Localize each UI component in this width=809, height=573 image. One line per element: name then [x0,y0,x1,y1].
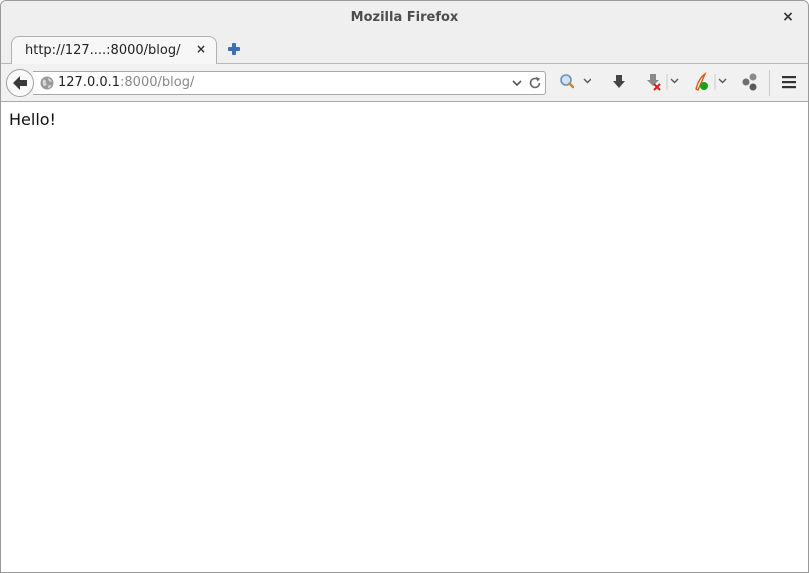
addon-download-blocked-icon[interactable] [645,72,681,92]
title-bar[interactable]: Mozilla Firefox × [1,1,808,35]
page-body-text: Hello! [9,110,56,129]
tab-close-button[interactable]: × [194,42,208,56]
tab-strip: http://127....:8000/blog/ × [1,35,808,64]
globe-icon [40,76,54,90]
download-arrow-icon[interactable] [611,72,627,92]
url-bar[interactable]: 127.0.0.1:8000/blog/ [33,71,546,95]
window-title: Mozilla Firefox [350,10,459,25]
hamburger-menu-icon[interactable] [781,72,797,92]
browser-window: Mozilla Firefox × http://127....:8000/bl… [0,0,809,573]
page-content: Hello! [1,102,808,572]
chevron-down-icon[interactable] [511,78,523,88]
url-path: :8000/blog/ [120,75,195,90]
tab-title: http://127....:8000/blog/ [25,43,181,58]
pen-addon-icon[interactable] [693,72,729,92]
share-icon[interactable] [741,72,759,92]
back-arrow-icon [13,76,27,90]
navigation-toolbar: 127.0.0.1:8000/blog/ [1,64,808,102]
url-host: 127.0.0.1 [58,75,121,90]
back-button[interactable] [6,69,34,97]
url-text[interactable]: 127.0.0.1:8000/blog/ [58,75,194,90]
window-close-button[interactable]: × [780,9,796,25]
new-tab-plus-icon[interactable] [226,41,242,57]
tab-blog[interactable]: http://127....:8000/blog/ × [11,36,217,64]
search-icon[interactable] [559,72,591,92]
chevron-down-icon [583,78,591,84]
reload-icon[interactable] [528,76,542,90]
toolbar-separator [769,70,770,96]
